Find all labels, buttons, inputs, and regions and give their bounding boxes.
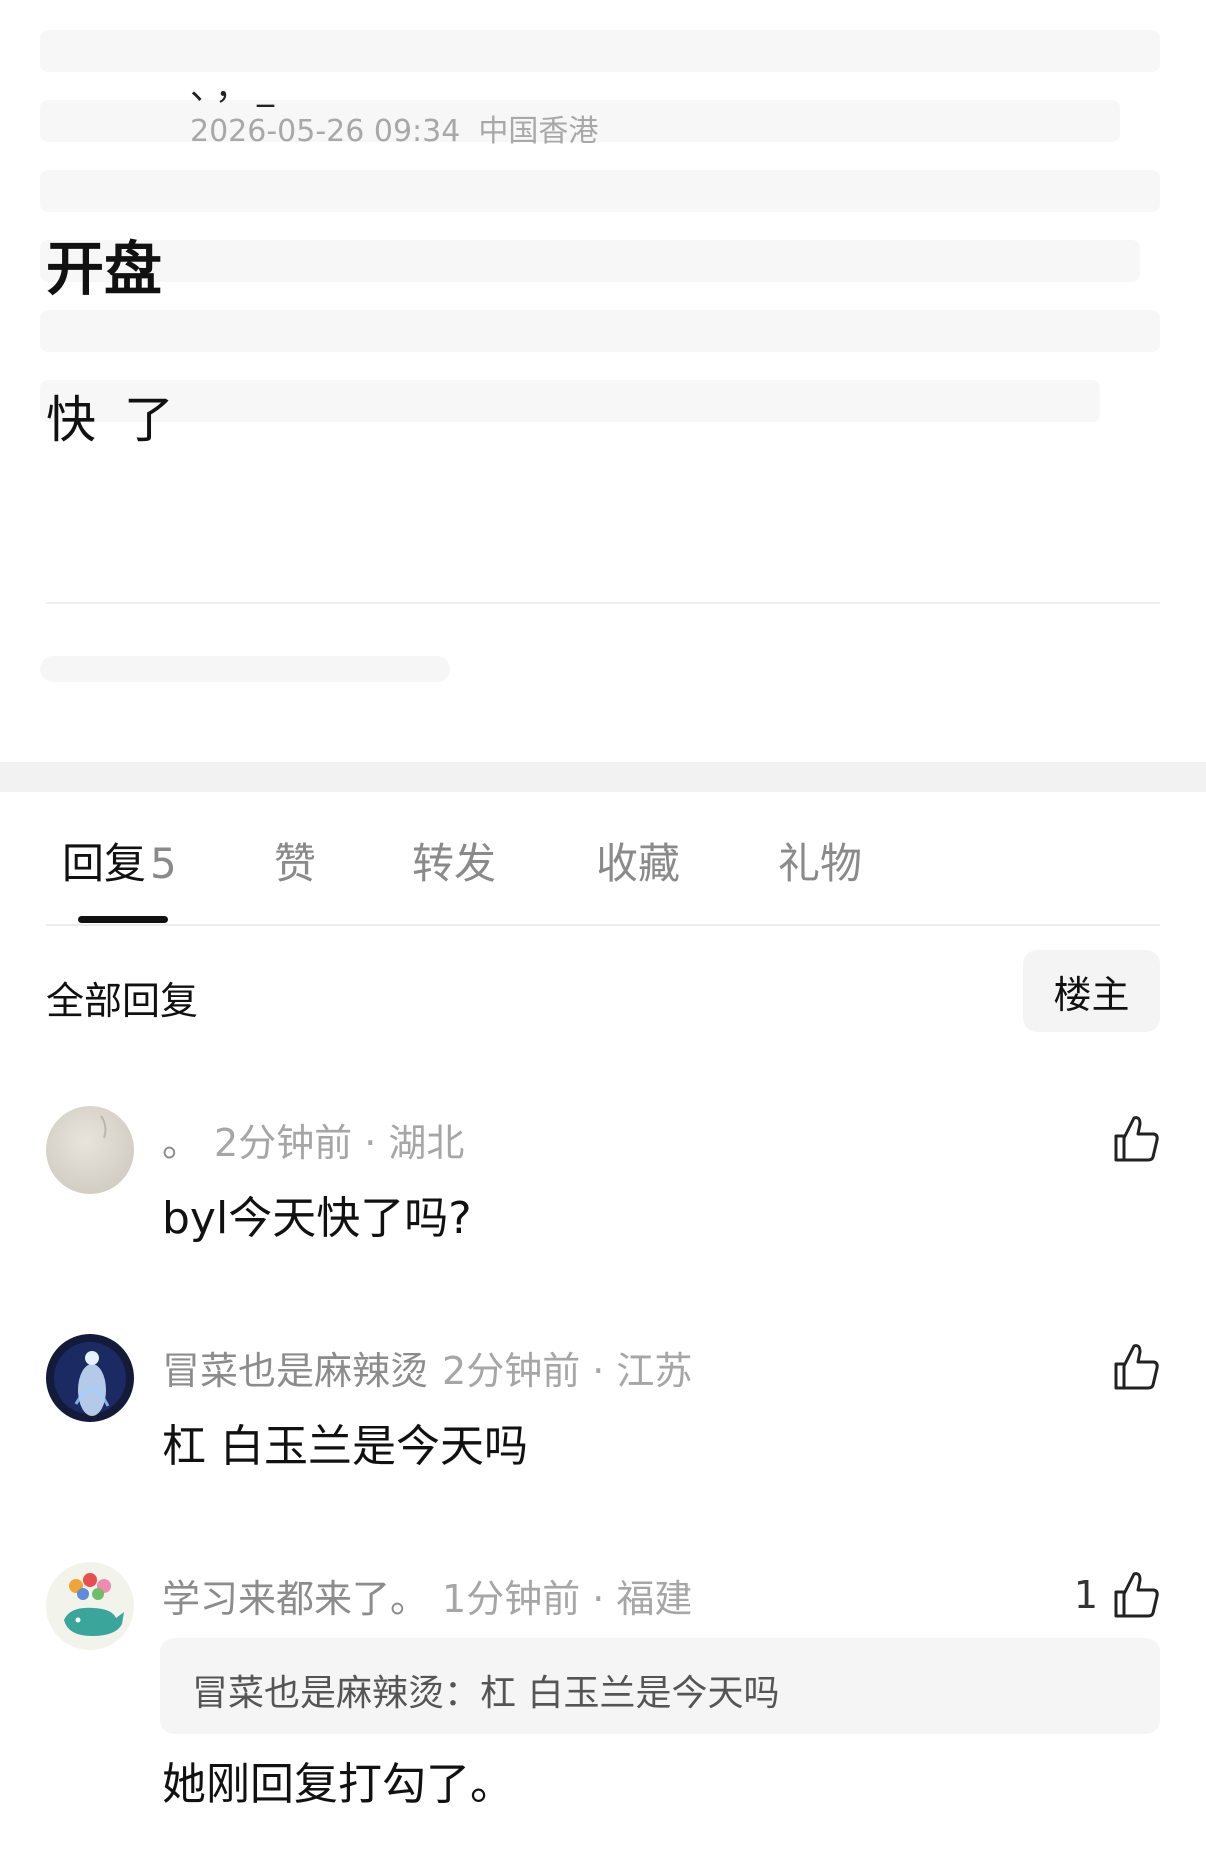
tab-reposts[interactable]: 转发: [412, 830, 496, 891]
comment-meta: 2分钟前 · 湖北: [214, 1121, 465, 1165]
op-only-button[interactable]: 楼主: [1023, 950, 1160, 1032]
thumbs-up-icon: [1114, 1572, 1159, 1618]
comment-author-name: 冒菜也是麻辣烫: [162, 1349, 429, 1393]
comment-author[interactable]: 学习来都来了。 1分钟前 · 福建: [162, 1568, 692, 1623]
tab-likes[interactable]: 赞: [274, 830, 316, 891]
comment-text: 杠 白玉兰是今天吗: [162, 1421, 528, 1472]
comment-text: 她刚回复打勾了。: [162, 1759, 514, 1810]
active-tab-indicator: [78, 916, 168, 923]
section-separator: [0, 762, 1206, 792]
paper-texture-avatar-icon: [46, 1106, 134, 1194]
thumbs-up-icon: [1114, 1116, 1159, 1162]
tab-favorites[interactable]: 收藏: [596, 830, 680, 891]
divider: [46, 924, 1160, 926]
comment-author[interactable]: 。 2分钟前 · 湖北: [162, 1112, 464, 1167]
like-count: 1: [1073, 1573, 1098, 1617]
post-time: 2026-05-26 09:34: [190, 114, 461, 149]
post-title: 开盘: [46, 235, 163, 303]
tab-label: 回复: [62, 839, 147, 888]
thumbs-up-icon: [1114, 1344, 1159, 1390]
comment-text: byl今天快了吗?: [162, 1193, 472, 1244]
avatar[interactable]: [46, 1334, 134, 1422]
post-author-name[interactable]: 、，_: [190, 60, 282, 109]
comment-author[interactable]: 冒菜也是麻辣烫 2分钟前 · 江苏: [162, 1340, 692, 1395]
quoted-reply-text: 冒菜也是麻辣烫：杠 白玉兰是今天吗: [192, 1673, 780, 1714]
post-location: 中国香港: [478, 114, 599, 149]
comment-author-name: 学习来都来了。: [162, 1577, 429, 1621]
tab-replies[interactable]: 回复5: [62, 830, 177, 891]
avatar[interactable]: [46, 1562, 134, 1650]
like-button[interactable]: [1098, 1340, 1160, 1394]
comment-meta: 2分钟前 · 江苏: [442, 1349, 693, 1393]
tab-gifts[interactable]: 礼物: [778, 830, 862, 891]
comment-meta: 1分钟前 · 福建: [442, 1577, 693, 1621]
post-card: 、，_ 2026-05-26 09:34 中国香港 开盘 快 了: [0, 0, 1206, 760]
quoted-reply[interactable]: 冒菜也是麻辣烫：杠 白玉兰是今天吗: [160, 1638, 1160, 1734]
tab-bar: 回复5 赞 转发 收藏 礼物: [0, 792, 1206, 924]
faint-placeholder: [40, 656, 450, 682]
comment-author-name: 。: [162, 1121, 201, 1165]
avatar[interactable]: [46, 1106, 134, 1194]
glowing-figure-avatar-icon: [46, 1334, 134, 1422]
all-replies-label: 全部回复: [46, 979, 199, 1023]
post-meta: 2026-05-26 09:34 中国香港: [190, 106, 598, 150]
like-button[interactable]: [1098, 1112, 1160, 1166]
divider: [46, 602, 1160, 604]
tab-count: 5: [150, 839, 177, 888]
whale-cartoon-avatar-icon: [46, 1562, 134, 1650]
post-body: 快 了: [46, 391, 180, 449]
like-button[interactable]: 1: [1074, 1568, 1160, 1622]
